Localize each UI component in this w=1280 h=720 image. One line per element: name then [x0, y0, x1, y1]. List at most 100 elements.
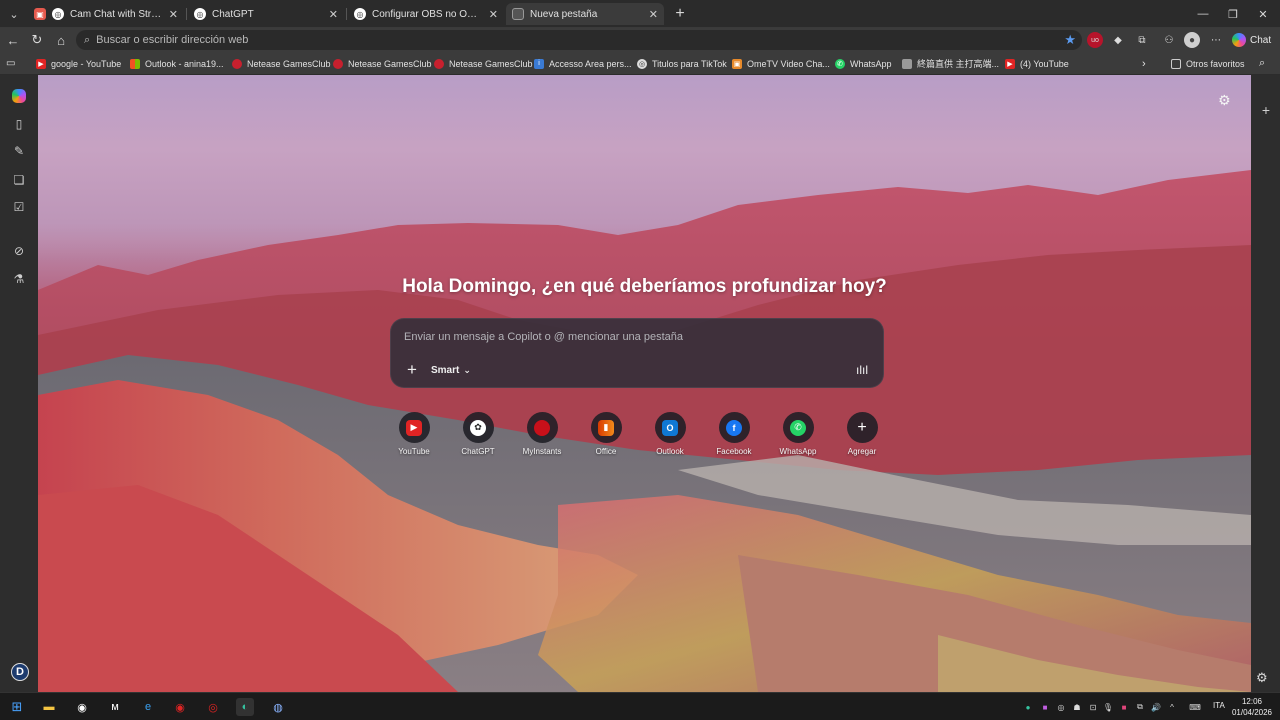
split-screen-icon[interactable]: ⚇ [1161, 32, 1177, 48]
quick-link-youtube[interactable]: ▶ YouTube [386, 412, 442, 470]
youtube-icon: ▶ [406, 419, 422, 436]
bookmark-label: OmeTV Video Cha... [747, 58, 830, 69]
quick-link-office[interactable]: ▮ Office [578, 412, 634, 470]
bookmark-netease-2[interactable]: Netease GamesClub [333, 56, 432, 71]
myinstants-icon [534, 419, 550, 436]
quick-link-myinstants[interactable]: MyInstants [514, 412, 570, 470]
bookmark-youtube-4[interactable]: ▶ (4) YouTube [1005, 56, 1069, 71]
reload-button[interactable]: ↻ [27, 30, 47, 50]
home-button[interactable]: ⌂ [51, 30, 71, 50]
tab-configurar-obs[interactable]: ◎ Configurar OBS no OmeTV ✕ [348, 3, 504, 25]
page-settings-icon[interactable]: ⚙ [1218, 92, 1231, 109]
close-window-button[interactable]: ✕ [1248, 4, 1278, 24]
quick-link-facebook[interactable]: f Facebook [706, 412, 762, 470]
add-attachment-button[interactable]: + [403, 360, 421, 379]
ublock-extension-icon[interactable]: uo [1087, 32, 1103, 48]
bookmark-outlook[interactable]: Outlook - anina19... [130, 56, 224, 71]
app-circle-icon[interactable]: ◉ [73, 698, 91, 716]
quick-link-whatsapp[interactable]: ✆ WhatsApp [770, 412, 826, 470]
bookmark-accesso-area[interactable]: i Accesso Area pers... [534, 56, 632, 71]
bookmark-chinese-site[interactable]: 終篇直供 主打高端... [902, 56, 999, 71]
copilot-message-input[interactable] [404, 331, 864, 343]
copilot-taskbar-icon[interactable]: ◍ [269, 698, 287, 716]
obs-icon[interactable]: ◎ [204, 698, 222, 716]
tasks-icon[interactable]: ☑ [10, 198, 28, 216]
sidebar-settings-icon[interactable]: ⚙ [1256, 670, 1268, 686]
close-icon[interactable]: ✕ [169, 8, 178, 21]
quick-link-chatgpt[interactable]: ✿ ChatGPT [450, 412, 506, 470]
plus-icon: + [675, 5, 685, 22]
user-avatar[interactable]: D [11, 663, 29, 681]
compose-icon[interactable]: ✎ [10, 142, 28, 160]
mode-selector[interactable]: Smart ⌄ [431, 362, 471, 379]
tab-chatgpt[interactable]: ◎ ChatGPT ✕ [188, 3, 344, 25]
sidebar-panel-icon[interactable]: ▯ [10, 115, 28, 133]
add-sidebar-app-button[interactable]: + [1257, 101, 1275, 119]
chevron-up-icon[interactable]: ^ [1166, 701, 1178, 713]
profile-avatar[interactable]: ● [1184, 32, 1200, 48]
bookmark-ometv[interactable]: ▣ OmeTV Video Cha... [732, 56, 830, 71]
bookmark-whatsapp[interactable]: ✆ WhatsApp [835, 56, 892, 71]
file-explorer-icon[interactable]: ▬ [40, 698, 58, 716]
tray-app5-icon[interactable]: ■ [1118, 701, 1130, 713]
other-favorites-folder[interactable]: Otros favoritos [1171, 56, 1245, 71]
taskbar-clock[interactable]: 12:06 01/04/2026 [1228, 696, 1276, 718]
bookmark-netease-1[interactable]: Netease GamesClub [232, 56, 331, 71]
more-menu-icon[interactable]: ⋯ [1208, 32, 1224, 48]
new-tab-button[interactable]: + [670, 4, 690, 24]
close-icon[interactable]: ✕ [489, 8, 498, 21]
minimize-button[interactable]: — [1188, 4, 1218, 24]
bookmarks-overflow-chevron[interactable]: › [1142, 56, 1146, 71]
tray-app3-icon[interactable]: ☗ [1071, 701, 1083, 713]
copilot-icon[interactable] [12, 89, 26, 103]
close-icon[interactable]: ✕ [649, 8, 658, 21]
tray-app6-icon[interactable]: ⧉ [1134, 701, 1146, 713]
bookmark-titulos-tiktok[interactable]: ◎ Titulos para TikTok [637, 56, 727, 71]
input-language[interactable]: ITA [1213, 701, 1225, 710]
copilot-chat-button[interactable]: Chat [1232, 31, 1271, 49]
collections-icon[interactable]: ❏ [10, 171, 28, 189]
quick-link-outlook[interactable]: O Outlook [642, 412, 698, 470]
edge-legacy-icon[interactable]: e [139, 698, 157, 716]
quick-link-label: Agregar [847, 447, 877, 456]
microphone-icon[interactable]: 🎙 [1102, 701, 1114, 713]
bookmark-google-youtube[interactable]: ▶ google - YouTube [36, 56, 121, 71]
address-bar[interactable]: ⌕ ★ [76, 30, 1082, 50]
chatgpt-icon: ◎ [194, 8, 206, 20]
ometv-icon: ▣ [34, 8, 46, 20]
app-red-icon[interactable]: ◉ [171, 698, 189, 716]
edge-browser-icon[interactable]: ◐ [236, 698, 254, 716]
whatsapp-icon: ✆ [835, 58, 845, 69]
restore-icon: ❐ [1228, 8, 1238, 21]
chatgpt-icon: ◎ [52, 8, 64, 20]
app-m-icon[interactable]: ᴍ [106, 698, 124, 716]
volume-icon[interactable]: 🔊 [1150, 701, 1162, 713]
bookmark-label: Netease GamesClub [449, 58, 533, 69]
labs-flask-icon[interactable]: ⚗ [10, 270, 28, 288]
search-icon: ⌕ [1259, 57, 1266, 69]
copilot-greeting: Hola Domingo, ¿en qué deberíamos profund… [402, 276, 887, 297]
search-favorites-button[interactable]: ⌕ [1259, 56, 1265, 71]
address-input[interactable] [96, 34, 997, 46]
keyboard-icon[interactable]: ⌨ [1187, 701, 1203, 713]
tray-app4-icon[interactable]: ⊡ [1087, 701, 1099, 713]
tray-app2-icon[interactable]: ◎ [1055, 701, 1067, 713]
favorite-star-icon[interactable]: ★ [1064, 32, 1076, 48]
voice-input-button[interactable]: ılıl [853, 361, 871, 379]
close-icon[interactable]: ✕ [329, 8, 338, 21]
tab-actions-menu-button[interactable]: ⌄ [4, 4, 24, 24]
windows-start-icon[interactable]: ⊞ [8, 698, 26, 716]
tab-cam-chat[interactable]: ▣ ◎ Cam Chat with Strangers on O ✕ [28, 3, 184, 25]
bookmarks-toggle-icon[interactable]: ▭ [6, 56, 15, 71]
back-button[interactable]: ← [3, 30, 23, 50]
copilot-composer: + Smart ⌄ ılıl [390, 318, 884, 388]
tray-app-icon[interactable]: ■ [1039, 701, 1051, 713]
tray-edge-icon[interactable]: ● [1022, 701, 1034, 713]
quick-link-add[interactable]: + Agregar [834, 412, 890, 470]
bookmark-netease-3[interactable]: Netease GamesClub [434, 56, 533, 71]
extension-diamond-icon[interactable]: ◆ [1110, 32, 1126, 48]
tab-nueva-pestana[interactable]: Nueva pestaña ✕ [506, 3, 664, 25]
history-icon[interactable]: ⊘ [10, 242, 28, 260]
maximize-button[interactable]: ❐ [1218, 4, 1248, 24]
extensions-puzzle-icon[interactable]: ⧉ [1134, 32, 1150, 48]
